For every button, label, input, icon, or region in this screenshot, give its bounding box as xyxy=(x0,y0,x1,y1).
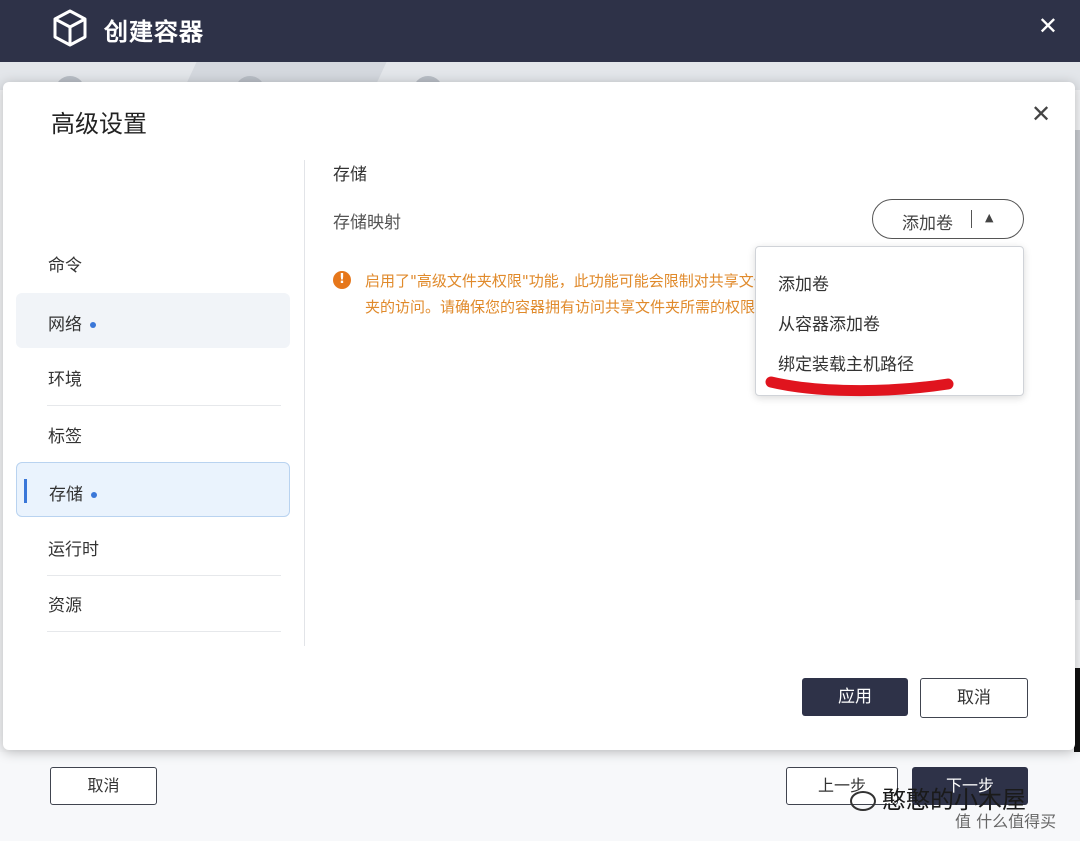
nav-item-runtime[interactable]: 运行时 xyxy=(16,518,290,573)
container-box-icon xyxy=(53,9,87,47)
background-panel-edge xyxy=(1075,130,1080,600)
storage-mapping-label: 存储映射 xyxy=(333,213,401,233)
nav-divider xyxy=(47,631,281,632)
nav-item-command[interactable]: 命令 xyxy=(16,234,290,289)
wechat-icon xyxy=(850,791,876,811)
site-watermark: 值 什么值得买 xyxy=(955,812,1057,831)
section-title: 存储 xyxy=(333,165,367,185)
dialog-title: 高级设置 xyxy=(51,110,147,138)
nav-item-labels[interactable]: 标签 xyxy=(16,405,290,460)
warning-icon: ! xyxy=(333,271,351,289)
apply-button[interactable]: 应用 xyxy=(802,678,908,716)
menu-item-add-volume-from-container[interactable]: 从容器添加卷 xyxy=(778,310,880,335)
nav-item-environment[interactable]: 环境 xyxy=(16,348,290,403)
warning-message: ! 启用了"高级文件夹权限"功能，此功能可能会限制对共享文件夹的访问。请确保您的… xyxy=(333,268,773,320)
nav-item-storage[interactable]: 存储 xyxy=(16,462,290,517)
active-indicator xyxy=(24,479,27,503)
add-volume-button[interactable]: 添加卷 ▲ xyxy=(872,199,1024,239)
panel-divider xyxy=(304,160,305,646)
outer-window-title: 创建容器 xyxy=(104,18,204,46)
nav-item-network[interactable]: 网络 xyxy=(16,293,290,348)
modified-dot-icon xyxy=(90,322,96,328)
modified-dot-icon xyxy=(91,492,97,498)
red-annotation-underline xyxy=(765,376,954,397)
close-icon[interactable]: ✕ xyxy=(1031,102,1051,126)
outer-close-icon[interactable]: ✕ xyxy=(1038,14,1058,38)
cancel-button[interactable]: 取消 xyxy=(920,678,1028,718)
outer-window-header: 创建容器 ✕ xyxy=(0,0,1080,62)
menu-item-add-volume[interactable]: 添加卷 xyxy=(778,270,829,295)
nav-item-resources[interactable]: 资源 xyxy=(16,574,290,629)
outer-cancel-button[interactable]: 取消 xyxy=(50,767,157,805)
advanced-settings-dialog: 高级设置 ✕ 命令 网络 环境 标签 存储 运行时 资源 存储 存储映射 添加卷 xyxy=(3,82,1075,750)
caret-up-icon[interactable]: ▲ xyxy=(985,211,993,224)
